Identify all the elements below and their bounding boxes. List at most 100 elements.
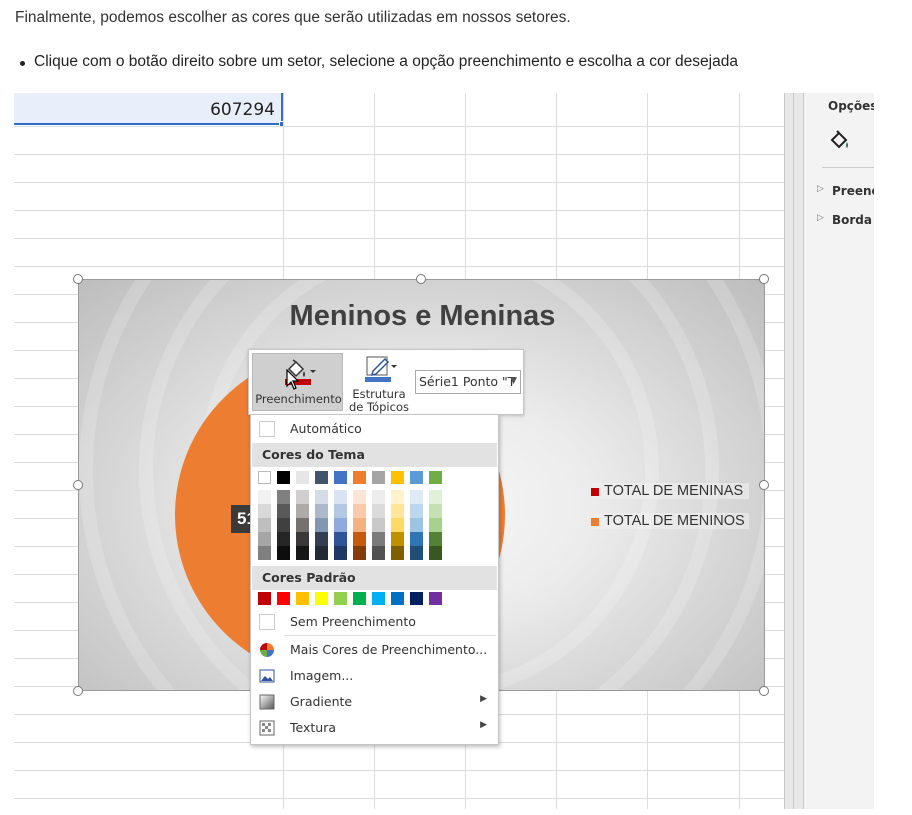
standard-color-swatch[interactable]: [353, 592, 366, 605]
theme-shade-swatch[interactable]: [410, 490, 423, 504]
gradient-icon: [259, 694, 275, 710]
fill-button-label: Preenchimento: [255, 392, 342, 406]
theme-color-swatch[interactable]: [334, 471, 347, 484]
theme-shade-swatch[interactable]: [391, 532, 404, 546]
theme-shade-swatch[interactable]: [353, 532, 366, 546]
chart-element-select[interactable]: Série1 Ponto "T ▼: [415, 370, 521, 394]
theme-shade-swatch[interactable]: [296, 546, 309, 560]
theme-shade-swatch[interactable]: [429, 504, 442, 518]
theme-shade-swatch[interactable]: [410, 532, 423, 546]
mouse-cursor-icon: [286, 369, 300, 390]
theme-shade-swatch[interactable]: [429, 518, 442, 532]
theme-color-swatch[interactable]: [277, 471, 290, 484]
theme-shade-column: [258, 490, 271, 560]
theme-shade-swatch[interactable]: [277, 490, 290, 504]
resize-handle[interactable]: [416, 274, 426, 284]
theme-shade-swatch[interactable]: [429, 532, 442, 546]
theme-shade-swatch[interactable]: [372, 518, 385, 532]
selected-cell[interactable]: 607294: [14, 93, 283, 125]
theme-shade-swatch[interactable]: [315, 490, 328, 504]
theme-shade-swatch[interactable]: [296, 490, 309, 504]
theme-shade-swatch[interactable]: [315, 532, 328, 546]
standard-color-swatch[interactable]: [410, 592, 423, 605]
theme-color-swatch[interactable]: [391, 471, 404, 484]
standard-color-swatch[interactable]: [391, 592, 404, 605]
pane-item-border[interactable]: Borda: [817, 213, 872, 227]
theme-shade-swatch[interactable]: [334, 504, 347, 518]
theme-shade-swatch[interactable]: [372, 546, 385, 560]
theme-shade-swatch[interactable]: [334, 546, 347, 560]
menu-item-no-fill[interactable]: Sem Preenchimento: [252, 610, 497, 634]
theme-shade-swatch[interactable]: [353, 546, 366, 560]
menu-item-gradient[interactable]: Gradiente ▶: [252, 690, 497, 714]
outline-button[interactable]: Estrutura de Tópicos: [347, 353, 411, 414]
menu-item-texture[interactable]: Textura ▶: [252, 716, 497, 740]
resize-handle[interactable]: [759, 686, 769, 696]
theme-shade-swatch[interactable]: [353, 518, 366, 532]
standard-color-swatch[interactable]: [315, 592, 328, 605]
theme-shade-swatch[interactable]: [410, 504, 423, 518]
theme-shade-swatch[interactable]: [258, 490, 271, 504]
theme-color-swatch[interactable]: [372, 471, 385, 484]
theme-shade-swatch[interactable]: [315, 518, 328, 532]
legend-item-meninas[interactable]: TOTAL DE MENINAS: [591, 483, 749, 499]
theme-shade-swatch[interactable]: [334, 518, 347, 532]
theme-shade-swatch[interactable]: [391, 546, 404, 560]
theme-shade-swatch[interactable]: [277, 504, 290, 518]
resize-handle[interactable]: [759, 480, 769, 490]
theme-shade-swatch[interactable]: [258, 504, 271, 518]
theme-shade-swatch[interactable]: [296, 532, 309, 546]
menu-item-picture[interactable]: Imagem...: [252, 664, 497, 688]
theme-shade-swatch[interactable]: [410, 518, 423, 532]
theme-shade-swatch[interactable]: [258, 546, 271, 560]
theme-shade-swatch[interactable]: [391, 504, 404, 518]
standard-color-swatch[interactable]: [258, 592, 271, 605]
fill-bucket-icon[interactable]: [826, 127, 852, 153]
theme-shade-swatch[interactable]: [277, 532, 290, 546]
theme-color-swatch[interactable]: [315, 471, 328, 484]
theme-shade-swatch[interactable]: [296, 504, 309, 518]
standard-color-swatch[interactable]: [334, 592, 347, 605]
theme-shade-swatch[interactable]: [334, 490, 347, 504]
excel-screenshot: 607294 Opções Preenchimento Borda Menino…: [14, 93, 874, 809]
resize-handle[interactable]: [759, 274, 769, 284]
chart-title[interactable]: Meninos e Meninas: [79, 300, 764, 333]
theme-shade-swatch[interactable]: [429, 490, 442, 504]
theme-shade-swatch[interactable]: [410, 546, 423, 560]
theme-shade-column: [391, 490, 404, 560]
chart-legend[interactable]: TOTAL DE MENINAS TOTAL DE MENINOS: [591, 483, 749, 543]
menu-item-more-colors[interactable]: Mais Cores de Preenchimento...: [252, 638, 497, 662]
theme-shade-swatch[interactable]: [277, 546, 290, 560]
theme-shade-swatch[interactable]: [258, 532, 271, 546]
theme-shade-swatch[interactable]: [334, 532, 347, 546]
resize-handle[interactable]: [73, 480, 83, 490]
theme-shade-swatch[interactable]: [372, 532, 385, 546]
theme-shade-swatch[interactable]: [277, 518, 290, 532]
theme-shade-swatch[interactable]: [315, 504, 328, 518]
resize-handle[interactable]: [73, 686, 83, 696]
theme-shade-swatch[interactable]: [353, 490, 366, 504]
standard-color-swatch[interactable]: [296, 592, 309, 605]
theme-shade-swatch[interactable]: [391, 518, 404, 532]
theme-shade-swatch[interactable]: [258, 518, 271, 532]
pane-splitter[interactable]: [784, 93, 804, 809]
menu-item-automatic[interactable]: Automático: [252, 417, 497, 441]
theme-shade-swatch[interactable]: [353, 504, 366, 518]
resize-handle[interactable]: [73, 274, 83, 284]
theme-color-swatch[interactable]: [353, 471, 366, 484]
theme-shade-swatch[interactable]: [391, 490, 404, 504]
standard-color-swatch[interactable]: [277, 592, 290, 605]
theme-color-swatch[interactable]: [410, 471, 423, 484]
theme-shade-swatch[interactable]: [315, 546, 328, 560]
theme-shade-swatch[interactable]: [296, 518, 309, 532]
legend-item-meninos[interactable]: TOTAL DE MENINOS: [591, 513, 749, 529]
theme-color-swatch[interactable]: [258, 471, 271, 484]
theme-color-swatch[interactable]: [429, 471, 442, 484]
pane-item-fill[interactable]: Preenchimento: [817, 184, 874, 198]
theme-color-swatch[interactable]: [296, 471, 309, 484]
theme-shade-swatch[interactable]: [372, 490, 385, 504]
theme-shade-swatch[interactable]: [372, 504, 385, 518]
theme-shade-swatch[interactable]: [429, 546, 442, 560]
standard-color-swatch[interactable]: [429, 592, 442, 605]
standard-color-swatch[interactable]: [372, 592, 385, 605]
